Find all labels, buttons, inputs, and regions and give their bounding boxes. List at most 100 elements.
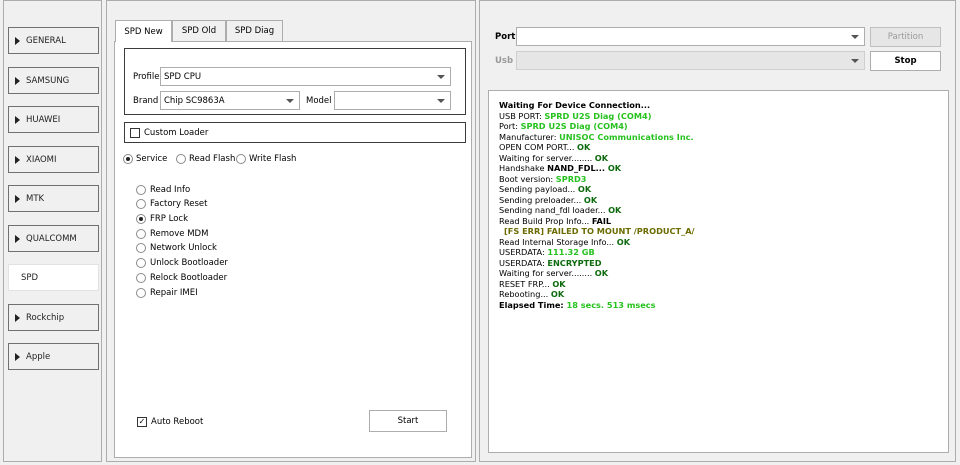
tab-spd-diag[interactable]: SPD Diag [226,20,283,41]
log-value: SPRD U2S Diag (COM4) [544,110,652,121]
chevron-down-icon [851,59,859,63]
log-line: Read Internal Storage Info... OK [499,237,948,248]
log-line: Elapsed Time: 18 secs. 513 msecs [499,300,948,311]
log-line: Sending nand_fdl loader... OK [499,205,948,216]
log-text: Handshake [499,163,548,173]
sidebar-item-rockchip[interactable]: Rockchip [8,304,99,331]
log-line: Waiting for server........ OK [499,153,948,164]
log-text: Waiting for server........ [499,152,595,163]
custom-loader-label: Custom Loader [144,128,209,138]
start-button[interactable]: Start [369,410,447,432]
chevron-right-icon [15,194,20,203]
op-relock-bootloader-radio[interactable] [136,273,146,283]
sidebar-item-huawei[interactable]: HUAWEI [8,106,99,133]
log-line: Port: SPRD U2S Diag (COM4) [499,121,948,132]
port-label: Port [495,32,516,42]
chevron-right-icon [15,313,20,322]
log-value: OK [594,268,609,278]
sidebar-item-spd[interactable]: SPD [8,264,99,291]
spd-operations-panel: SPD New SPD Old SPD Diag Profile SPD CPU… [106,0,476,462]
log-line: USERDATA: 111.32 GB [499,247,948,258]
log-value: 18 secs. 513 msecs [566,299,656,310]
log-text: Read Internal Storage Info... [499,236,617,247]
log-value: UNISOC Communications Inc. [559,131,694,142]
log-value: SPRD U2S Diag (COM4) [520,121,628,131]
brand-select[interactable]: Chip SC9863A [160,91,300,110]
write-flash-mode-label: Write Flash [249,154,297,164]
sidebar-item-general[interactable]: GENERAL [8,27,99,54]
log-line: USB PORT: SPRD U2S Diag (COM4) [499,111,948,122]
chevron-right-icon [15,155,20,164]
sidebar-item-apple[interactable]: Apple [8,343,99,370]
sidebar-item-mtk[interactable]: MTK [8,185,99,212]
log-text: Rebooting... [499,289,551,299]
op-network-unlock-radio[interactable] [136,243,146,253]
tab-spd-old[interactable]: SPD Old [172,20,226,41]
tab-label: SPD Diag [234,26,275,36]
stop-button-label: Stop [894,56,917,66]
brand-value: Chip SC9863A [164,95,225,106]
log-text: Sending payload... [499,184,578,194]
op-factory-reset-label: Factory Reset [150,199,208,209]
port-select[interactable] [516,27,865,46]
op-relock-bootloader-label: Relock Bootloader [150,273,228,283]
tab-label: SPD Old [181,26,217,36]
stop-button[interactable]: Stop [870,51,941,71]
sidebar-item-qualcomm[interactable]: QUALCOMM [8,225,99,252]
sidebar-item-label: GENERAL [26,35,66,46]
log-line: [FS ERR] FAILED TO MOUNT /PRODUCT_A/ [499,226,948,237]
sidebar-item-label: QUALCOMM [26,233,77,244]
log-value: OK [552,278,566,289]
profile-select[interactable]: SPD CPU [160,67,451,86]
log-value: OK [583,194,598,205]
log-warning: [FS ERR] FAILED TO MOUNT /PRODUCT_A/ [504,226,695,236]
log-value: FAIL [591,215,612,226]
chevron-down-icon [851,35,859,39]
op-factory-reset-radio[interactable] [136,199,146,209]
log-line: USERDATA: ENCRYPTED [499,258,948,269]
read-flash-mode-radio[interactable] [176,154,186,164]
op-remove-mdm-radio[interactable] [136,229,146,239]
model-label: Model [306,96,332,106]
op-read-info-radio[interactable] [136,185,146,195]
custom-loader-group: Custom Loader [124,122,466,143]
op-frp-lock-radio[interactable] [136,214,146,224]
profile-label: Profile [133,72,160,82]
model-select[interactable] [334,91,451,110]
custom-loader-checkbox[interactable] [130,128,140,138]
usb-select[interactable] [516,51,865,70]
tab-spd-new[interactable]: SPD New [115,20,172,42]
log-value: SPRD3 [555,173,587,184]
chevron-right-icon [15,234,20,243]
log-text: USERDATA: [499,247,548,257]
op-unlock-bootloader-radio[interactable] [136,258,146,268]
op-repair-imei-radio[interactable] [136,288,146,298]
chevron-down-icon [437,99,445,103]
chevron-down-icon [286,99,294,103]
auto-reboot-checkbox[interactable]: ✓ [137,417,147,427]
log-value: OK [577,142,591,152]
sidebar-item-label: HUAWEI [26,114,61,125]
log-text: Sending preloader... [499,194,584,205]
log-line: OPEN COM PORT... OK [499,142,948,153]
partition-button[interactable]: Partition [870,27,941,47]
sidebar-item-xiaomi[interactable]: XIAOMI [8,146,99,173]
log-output: Waiting For Device Connection... USB POR… [488,90,949,453]
chevron-down-icon [437,75,445,79]
log-value: OK [594,152,609,163]
log-text: RESET FRP... [499,278,553,289]
log-line: RESET FRP... OK [499,279,948,290]
log-text: Waiting For Device Connection... [499,100,651,110]
sidebar-item-samsung[interactable]: SAMSUNG [8,67,99,94]
log-text: Sending nand_fdl loader... [499,205,609,215]
read-flash-mode-label: Read Flash [189,154,236,164]
log-line: Read Build Prop Info... FAIL [499,216,948,227]
usb-label: Usb [495,56,514,66]
service-mode-radio[interactable] [123,154,133,164]
log-line: Sending payload... OK [499,184,948,195]
write-flash-mode-radio[interactable] [236,154,246,164]
chevron-right-icon [15,352,20,361]
op-read-info-label: Read Info [150,185,191,195]
chevron-right-icon [15,115,20,124]
op-network-unlock-label: Network Unlock [150,243,217,253]
